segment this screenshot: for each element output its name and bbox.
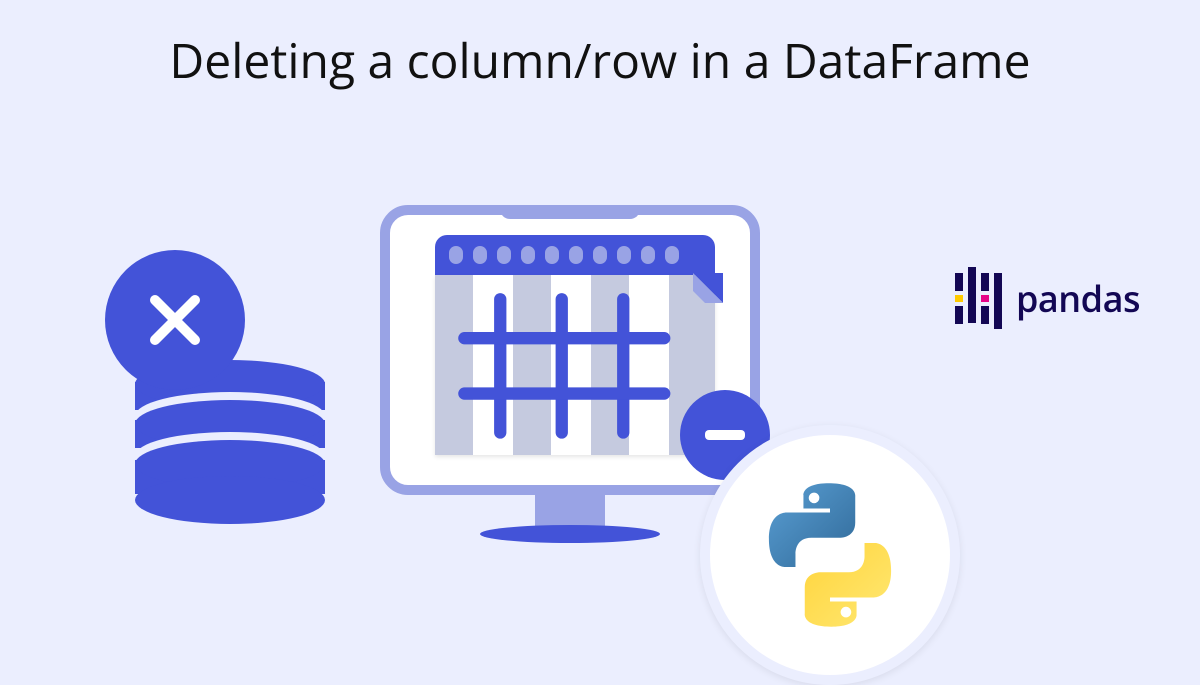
page-title: Deleting a column/row in a DataFrame (0, 28, 1200, 93)
monitor-base (480, 525, 660, 543)
monitor-notch (500, 205, 640, 219)
illustration-area: pandas (0, 110, 1200, 600)
monitor-icon (380, 205, 760, 545)
pandas-icon (955, 270, 1002, 326)
spreadsheet-grid-icon (449, 289, 695, 443)
spreadsheet-body (435, 275, 715, 455)
python-logo-badge (700, 425, 960, 685)
close-icon (105, 250, 245, 390)
python-icon (745, 470, 915, 640)
pandas-text: pandas (1016, 274, 1140, 323)
database-delete-group (135, 360, 325, 520)
spreadsheet-corner-fold-icon (693, 273, 723, 303)
spreadsheet-header (435, 235, 715, 275)
spreadsheet-icon (435, 235, 715, 455)
pandas-logo: pandas (955, 270, 1140, 326)
